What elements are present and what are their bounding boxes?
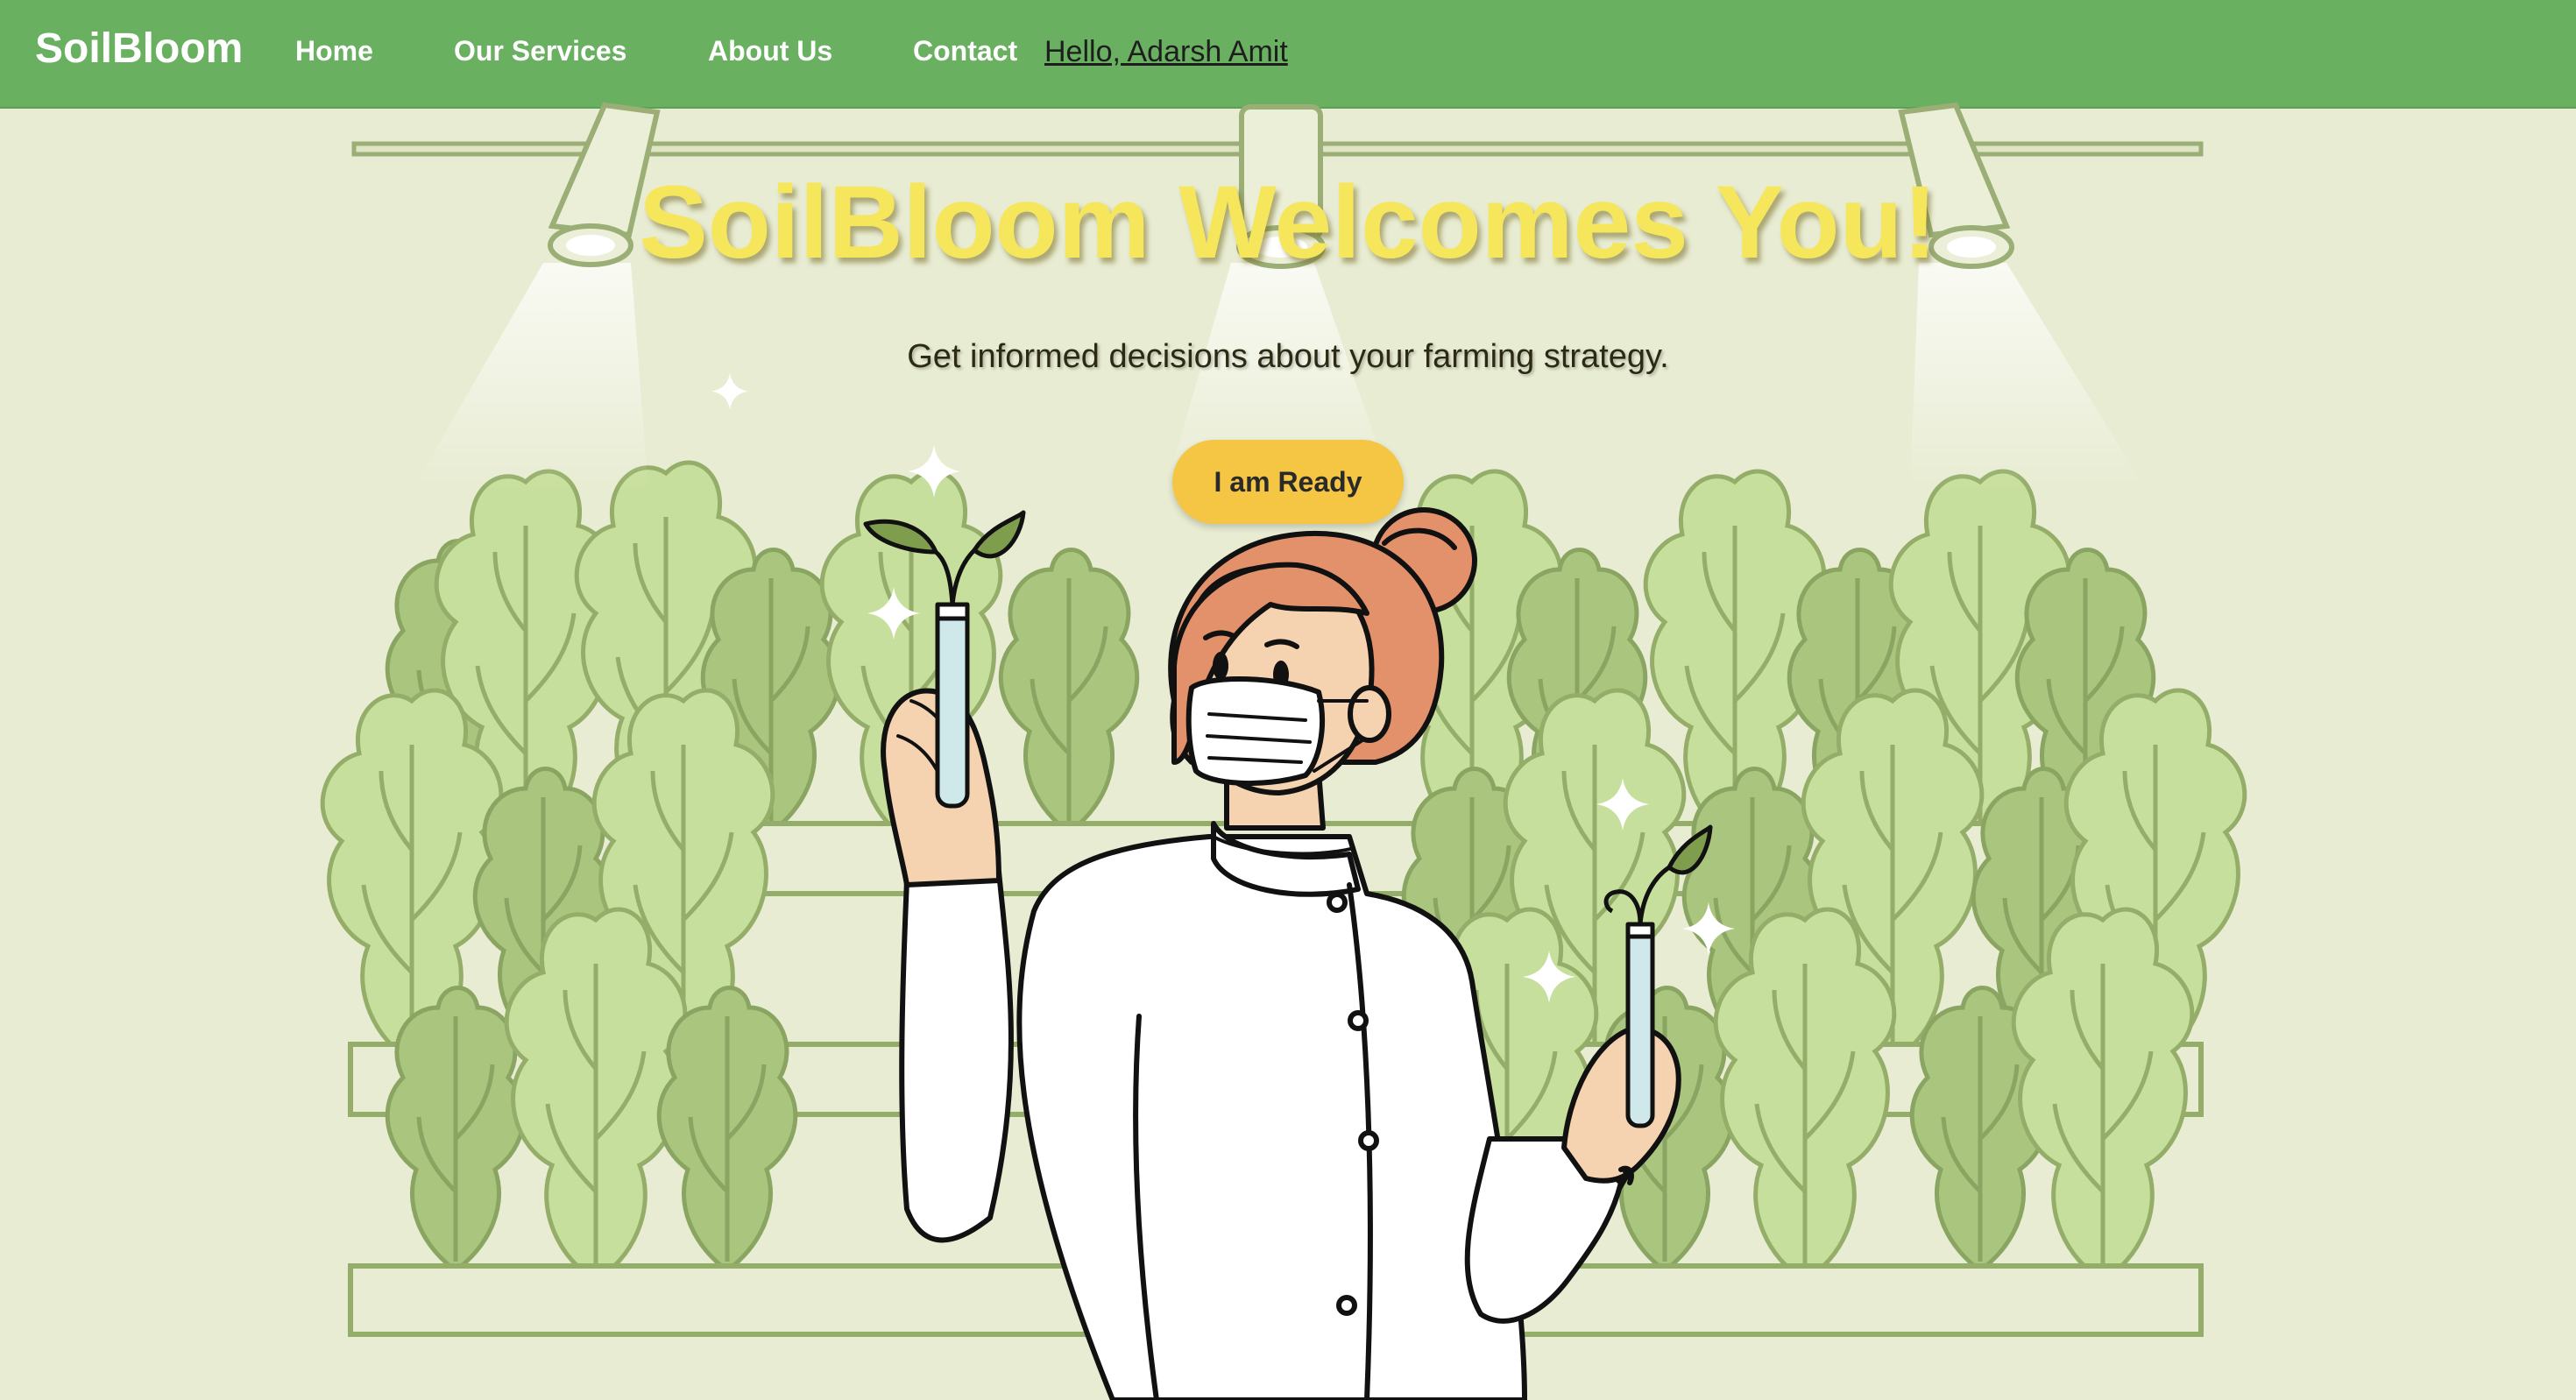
hero-subtitle: Get informed decisions about your farmin…	[907, 338, 1669, 375]
i-am-ready-button[interactable]: I am Ready	[1172, 440, 1404, 524]
hero-title: SoilBloom Welcomes You!	[639, 165, 1937, 280]
